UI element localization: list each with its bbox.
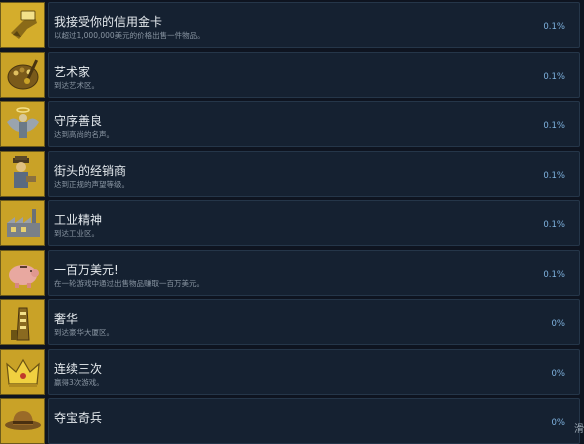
achievement-row[interactable]: 守序善良 达到高尚的名声。 0.1% — [0, 101, 584, 147]
achievement-card: 夺宝奇兵 0% — [48, 398, 580, 444]
achievement-percent: 0% — [551, 369, 566, 379]
achievement-percent: 0% — [551, 418, 566, 428]
achievement-description: 到达工业区。 — [54, 229, 99, 238]
achievement-title: 一百万美元! — [54, 263, 119, 277]
achievement-percent: 0.1% — [543, 270, 565, 280]
achievement-card: 一百万美元! 在一轮游戏中通过出售物品赚取一百万美元。 0.1% — [48, 250, 580, 296]
achievement-title: 夺宝奇兵 — [54, 411, 103, 425]
achievement-row[interactable]: 艺术家 到达艺术区。 0.1% — [0, 52, 584, 98]
achievement-percent: 0.1% — [543, 121, 565, 131]
explorer-hat-icon — [0, 398, 45, 444]
achievement-row[interactable]: 连续三次 赢得3次游戏。 0% — [0, 349, 584, 395]
achievement-percent: 0% — [551, 319, 566, 329]
palette-icon — [0, 52, 45, 98]
scroll-hint-icon: 滑 — [574, 424, 584, 435]
achievement-percent: 0.1% — [543, 22, 565, 32]
achievement-row[interactable]: 一百万美元! 在一轮游戏中通过出售物品赚取一百万美元。 0.1% — [0, 250, 584, 296]
achievement-card: 工业精神 到达工业区。 0.1% — [48, 200, 580, 246]
hand-card-icon — [0, 2, 45, 48]
achievement-title: 守序善良 — [54, 114, 103, 128]
angel-icon — [0, 101, 45, 147]
achievement-title: 奢华 — [54, 312, 79, 326]
achievement-title: 连续三次 — [54, 362, 103, 376]
achievement-row[interactable]: 工业精神 到达工业区。 0.1% — [0, 200, 584, 246]
achievement-percent: 0.1% — [543, 220, 565, 230]
achievement-row[interactable]: 夺宝奇兵 0% — [0, 398, 584, 444]
achievement-card: 艺术家 到达艺术区。 0.1% — [48, 52, 580, 98]
achievement-description: 到达豪华大厦区。 — [54, 328, 114, 337]
piggy-bank-icon — [0, 250, 45, 296]
achievement-title: 工业精神 — [54, 213, 103, 227]
achievement-card: 我接受你的信用金卡 以超过1,000,000美元的价格出售一件物品。 0.1% — [48, 2, 580, 48]
achievement-row[interactable]: 我接受你的信用金卡 以超过1,000,000美元的价格出售一件物品。 0.1% — [0, 2, 584, 48]
achievement-percent: 0.1% — [543, 72, 565, 82]
achievement-description: 在一轮游戏中通过出售物品赚取一百万美元。 — [54, 279, 204, 288]
achievement-card: 奢华 到达豪华大厦区。 0% — [48, 299, 580, 345]
achievement-card: 守序善良 达到高尚的名声。 0.1% — [48, 101, 580, 147]
achievement-description: 以超过1,000,000美元的价格出售一件物品。 — [54, 31, 205, 40]
street-dealer-icon — [0, 151, 45, 197]
crown-icon — [0, 349, 45, 395]
achievement-title: 艺术家 — [54, 65, 91, 79]
achievement-row[interactable]: 奢华 到达豪华大厦区。 0% — [0, 299, 584, 345]
achievement-description: 到达艺术区。 — [54, 81, 99, 90]
achievement-title: 街头的经销商 — [54, 164, 127, 178]
achievement-row[interactable]: 街头的经销商 达到正规的声望等级。 0.1% — [0, 151, 584, 197]
achievement-percent: 0.1% — [543, 171, 565, 181]
achievement-card: 连续三次 赢得3次游戏。 0% — [48, 349, 580, 395]
achievement-description: 达到正规的声望等级。 — [54, 180, 129, 189]
achievement-description: 赢得3次游戏。 — [54, 378, 104, 387]
achievement-list: 我接受你的信用金卡 以超过1,000,000美元的价格出售一件物品。 0.1% … — [0, 0, 584, 444]
achievement-card: 街头的经销商 达到正规的声望等级。 0.1% — [48, 151, 580, 197]
achievement-description: 达到高尚的名声。 — [54, 130, 114, 139]
achievement-title: 我接受你的信用金卡 — [54, 15, 163, 29]
tower-icon — [0, 299, 45, 345]
factory-icon — [0, 200, 45, 246]
